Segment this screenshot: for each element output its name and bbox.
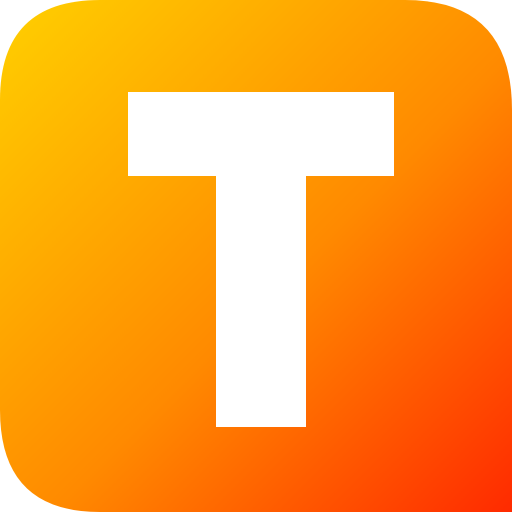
app-icon — [0, 0, 512, 512]
letter-t-stem — [216, 176, 306, 427]
letter-t-crossbar — [128, 92, 394, 176]
app-icon-svg — [0, 0, 512, 512]
